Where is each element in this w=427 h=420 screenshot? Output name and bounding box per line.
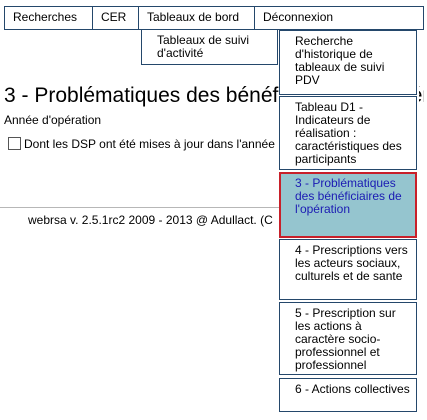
submenu-item-label: 3 - Problématiques des bénéficiaires de … [295, 176, 402, 216]
menu-deconnexion[interactable]: Déconnexion [255, 7, 423, 29]
submenu-tableaux-list: Recherche d'historique de tableaux de su… [279, 30, 419, 420]
submenu-item-label: 5 - Prescription sur les actions à carac… [295, 306, 396, 372]
menu-cer[interactable]: CER [93, 7, 139, 29]
footer-divider [0, 207, 280, 208]
year-label: Année d'opération [4, 113, 102, 127]
footer-text: webrsa v. 2.5.1rc2 2009 - 2013 @ Adullac… [28, 213, 273, 227]
submenu-item-recherche-historique[interactable]: Recherche d'historique de tableaux de su… [279, 30, 417, 95]
submenu-tableaux-de-suivi[interactable]: Tableaux de suivi d'activité [141, 29, 278, 65]
menu-tableaux-de-bord[interactable]: Tableaux de bord [139, 7, 255, 29]
submenu-item-label: Recherche d'historique de tableaux de su… [295, 34, 385, 87]
submenu-item-prescriptions-sociales[interactable]: 4 - Prescriptions vers les acteurs socia… [279, 239, 417, 300]
submenu-item-actions-collectives[interactable]: 6 - Actions collectives [279, 378, 417, 412]
dsp-checkbox-label: Dont les DSP ont été mises à jour dans l… [24, 137, 275, 151]
submenu-item-problematiques[interactable]: 3 - Problématiques des bénéficiaires de … [279, 172, 417, 238]
submenu-item-prescription-socio-professionnel[interactable]: 5 - Prescription sur les actions à carac… [279, 302, 417, 375]
submenu-item-tableau-d1[interactable]: Tableau D1 - Indicateurs de réalisation … [279, 96, 417, 170]
top-menu-bar: Recherches CER Tableaux de bord Déconnex… [4, 6, 424, 30]
dsp-checkbox[interactable] [8, 137, 21, 150]
submenu-item-label: Tableau D1 - Indicateurs de réalisation … [295, 100, 402, 166]
submenu-item-label: 4 - Prescriptions vers les acteurs socia… [295, 243, 408, 283]
menu-recherches[interactable]: Recherches [5, 7, 93, 29]
submenu-tableaux-de-suivi-label: Tableaux de suivi d'activité [157, 33, 250, 60]
submenu-item-label: 6 - Actions collectives [295, 382, 410, 396]
